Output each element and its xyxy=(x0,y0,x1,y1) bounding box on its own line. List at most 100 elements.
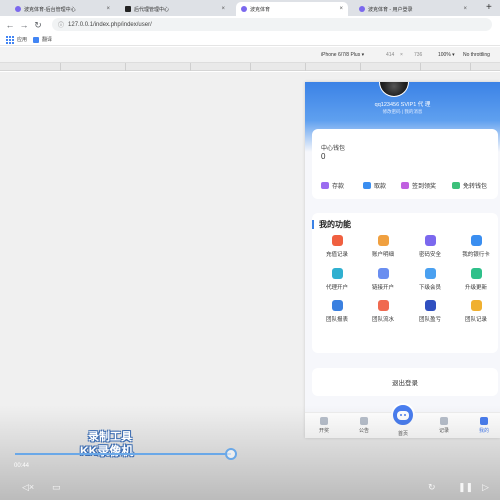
bookmark-apps[interactable]: 应用 xyxy=(6,35,28,44)
function-icon xyxy=(377,268,389,279)
device-width[interactable]: 414 xyxy=(386,52,394,58)
device-select[interactable]: iPhone 6/7/8 Plus ▾ xyxy=(321,52,364,58)
function-label: 下级会员 xyxy=(418,285,441,291)
tab-favicon-icon xyxy=(241,6,247,12)
bookmark-translate[interactable]: 翻译 xyxy=(33,36,52,43)
close-icon[interactable]: × xyxy=(106,6,110,12)
function-icon xyxy=(470,268,482,279)
function-icon xyxy=(424,268,436,279)
close-icon[interactable]: × xyxy=(221,6,225,12)
withdraw-button[interactable]: 取款 xyxy=(363,181,386,190)
reload-icon[interactable]: ↻ xyxy=(31,20,45,31)
screen: 波克体育-后台管理中心 × 后代理管理中心 × 波克体育 × 波克体育 - 用户… xyxy=(0,0,500,500)
withdraw-label: 取款 xyxy=(374,184,387,190)
function-label: 密码安全 xyxy=(418,252,441,258)
profile-links[interactable]: 修改密码 | 我的消息 xyxy=(305,109,500,115)
apps-grid-icon xyxy=(6,35,14,44)
function-item[interactable]: 代理开户 xyxy=(315,268,359,291)
wallet-icon xyxy=(452,182,460,189)
translate-icon xyxy=(33,36,40,43)
function-icon xyxy=(424,300,436,311)
throttling-select[interactable]: No throttling xyxy=(463,52,490,58)
function-item[interactable]: 我的银行卡 xyxy=(454,235,498,258)
replay-icon[interactable]: ↻ xyxy=(428,482,436,493)
function-item[interactable]: 团队记录 xyxy=(454,300,498,323)
checkin-button[interactable]: 签到领奖 xyxy=(401,181,436,190)
pause-icon[interactable]: ❚❚ xyxy=(458,482,473,493)
new-tab-button[interactable]: + xyxy=(486,2,492,13)
address-bar[interactable]: ⓘ 127.0.0.1/index.php/index/user/ xyxy=(52,18,492,31)
close-icon[interactable]: × xyxy=(463,6,467,12)
function-item[interactable]: 充值记录 xyxy=(315,235,359,258)
checkin-label: 签到领奖 xyxy=(412,184,437,190)
function-item[interactable]: 团队流水 xyxy=(361,300,405,323)
device-toolbar: iPhone 6/7/8 Plus ▾ 414 × 736 100% ▾ No … xyxy=(0,47,500,63)
tab-label: 波克体育 - 用户登录 xyxy=(368,6,413,13)
function-icon xyxy=(331,300,343,311)
function-icon xyxy=(331,268,343,279)
transfer-wallet-label: 免转钱包 xyxy=(463,184,488,190)
url-text: 127.0.0.1/index.php/index/user/ xyxy=(68,21,152,28)
video-time: 00:44 xyxy=(14,463,30,469)
function-label: 团队盈亏 xyxy=(418,317,441,323)
functions-title: 我的功能 xyxy=(319,220,351,229)
section-accent-bar xyxy=(312,220,314,229)
media-ruler xyxy=(0,63,500,71)
logout-button[interactable]: 退出登录 xyxy=(312,368,498,396)
info-icon: ⓘ xyxy=(58,23,65,29)
bookmark-label: 应用 xyxy=(17,37,28,43)
function-icon xyxy=(470,235,482,246)
back-icon[interactable]: ← xyxy=(3,20,17,30)
caption-icon[interactable]: ▭ xyxy=(52,482,61,493)
avatar[interactable] xyxy=(379,82,409,97)
video-seek-handle[interactable] xyxy=(225,448,237,460)
tab-label: 波克体育 xyxy=(250,6,271,13)
function-item[interactable]: 团队盈亏 xyxy=(408,300,452,323)
zoom-select[interactable]: 100% ▾ xyxy=(438,52,455,58)
tab-admin[interactable]: 波克体育-后台管理中心 × xyxy=(10,2,115,16)
function-item[interactable]: 升级更新 xyxy=(454,268,498,291)
watermark-line2: KK录像机 xyxy=(80,444,134,458)
functions-card: 我的功能 充值记录 账户明细 密码安全 我的银行卡代理开户 链接开户 下级会员 升级更新团队… xyxy=(312,213,498,353)
tab-favicon-icon xyxy=(359,6,365,12)
device-height[interactable]: 736 xyxy=(414,52,422,58)
tab-label: 后代理管理中心 xyxy=(134,6,170,13)
tab-favicon-icon xyxy=(125,6,131,12)
deposit-icon xyxy=(321,182,329,189)
function-icon xyxy=(377,235,389,246)
tab-agent[interactable]: 后代理管理中心 × xyxy=(120,2,230,16)
function-label: 团队记录 xyxy=(464,317,487,323)
mute-icon[interactable]: ◁× xyxy=(22,482,34,493)
functions-header: 我的功能 xyxy=(312,219,351,230)
forward-icon[interactable]: → xyxy=(17,20,31,30)
function-label: 代理开户 xyxy=(325,285,348,291)
function-icon xyxy=(377,300,389,311)
function-label: 充值记录 xyxy=(325,252,348,258)
function-icon xyxy=(470,300,482,311)
function-item[interactable]: 下级会员 xyxy=(408,268,452,291)
function-label: 升级更新 xyxy=(464,285,487,291)
tab-site[interactable]: 波克体育 × xyxy=(236,2,348,16)
bookmark-label: 翻译 xyxy=(42,37,53,43)
gift-icon xyxy=(401,182,409,189)
deposit-button[interactable]: 存款 xyxy=(321,181,344,190)
close-icon[interactable]: × xyxy=(339,6,343,12)
video-progress-bar[interactable] xyxy=(15,453,231,455)
username: qq123456 SVIP1 代 理 xyxy=(374,102,431,108)
function-icon xyxy=(424,235,436,246)
function-icon xyxy=(331,235,343,246)
function-item[interactable]: 账户明细 xyxy=(361,235,405,258)
function-label: 团队报表 xyxy=(325,317,348,323)
tab-bar: 波克体育-后台管理中心 × 后代理管理中心 × 波克体育 × 波克体育 - 用户… xyxy=(0,0,500,16)
function-label: 账户明细 xyxy=(371,252,394,258)
next-icon[interactable]: ▷ xyxy=(482,482,489,493)
wallet-card: 中心钱包 0 存款 取款 签到领奖 免转钱包 xyxy=(312,129,498,199)
function-item[interactable]: 团队报表 xyxy=(315,300,359,323)
dimension-separator: × xyxy=(400,52,403,58)
function-item[interactable]: 密码安全 xyxy=(408,235,452,258)
function-item[interactable]: 链接开户 xyxy=(361,268,405,291)
tab-login[interactable]: 波克体育 - 用户登录 × xyxy=(354,2,472,16)
tab-favicon-icon xyxy=(15,6,21,12)
tab-label: 波克体育-后台管理中心 xyxy=(24,6,76,13)
transfer-wallet-button[interactable]: 免转钱包 xyxy=(452,181,487,190)
